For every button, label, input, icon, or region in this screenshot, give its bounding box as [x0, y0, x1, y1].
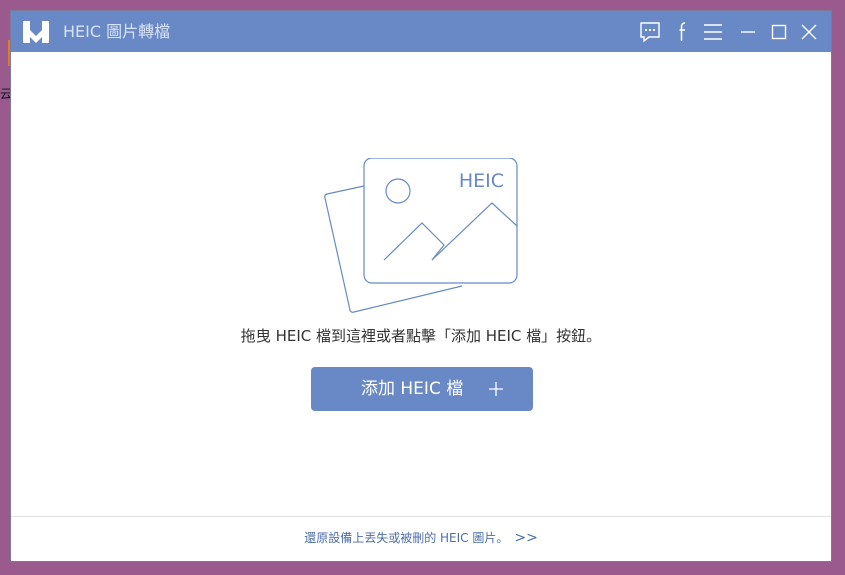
menu-icon[interactable]: [701, 20, 725, 44]
footer-divider: [11, 516, 831, 517]
plus-icon: [489, 382, 503, 396]
close-icon[interactable]: [797, 20, 821, 44]
facebook-icon[interactable]: [671, 20, 695, 44]
main-content[interactable]: HEIC 拖曳 HEIC 檔到這裡或者點擊「添加 HEIC 檔」按鈕。 添加 H…: [11, 52, 831, 561]
feedback-icon[interactable]: [638, 20, 662, 44]
recover-photos-link[interactable]: 還原設備上丟失或被刪的 HEIC 圖片。 >>: [11, 528, 831, 548]
app-title: HEIC 圖片轉檔: [63, 22, 171, 41]
double-chevron-right-icon: >>: [514, 530, 538, 546]
add-heic-button-label: 添加 HEIC 檔: [361, 379, 464, 399]
illustration-heic-text: HEIC: [459, 170, 504, 192]
add-heic-button[interactable]: 添加 HEIC 檔: [311, 367, 533, 411]
drop-hint-text: 拖曳 HEIC 檔到這裡或者點擊「添加 HEIC 檔」按鈕。: [240, 327, 602, 345]
heic-logo-icon: [23, 21, 49, 43]
title-bar[interactable]: HEIC 圖片轉檔: [11, 11, 831, 52]
minimize-icon[interactable]: [736, 20, 760, 44]
app-window: HEIC 圖片轉檔 HEIC 拖曳 HEIC 檔到這裡或者點擊「添加 HEIC …: [11, 11, 831, 561]
image-placeholder-icon: HEIC: [324, 158, 518, 313]
maximize-icon[interactable]: [767, 20, 791, 44]
recover-link-text: 還原設備上丟失或被刪的 HEIC 圖片。: [304, 531, 509, 545]
